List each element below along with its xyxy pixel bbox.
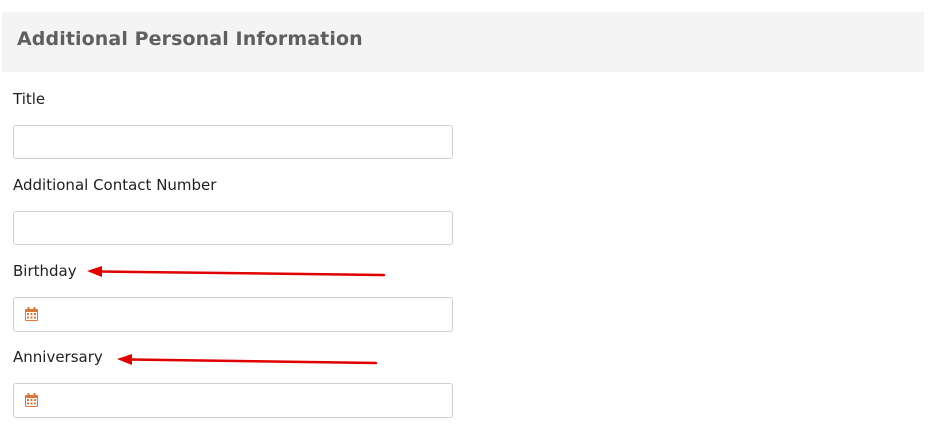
contact-number-input[interactable] [13, 211, 453, 245]
title-input[interactable] [13, 125, 453, 159]
calendar-icon[interactable] [25, 307, 38, 321]
section-title: Additional Personal Information [17, 28, 363, 50]
birthday-field[interactable] [13, 297, 453, 332]
contact-number-label: Additional Contact Number [13, 176, 217, 194]
calendar-icon[interactable] [25, 393, 38, 407]
anniversary-field[interactable] [13, 383, 453, 418]
section-header: Additional Personal Information [2, 12, 924, 72]
annotation-arrow-anniversary [117, 354, 378, 365]
anniversary-label: Anniversary [13, 348, 103, 366]
birthday-input[interactable] [46, 298, 446, 331]
title-label: Title [13, 90, 46, 108]
anniversary-input[interactable] [46, 384, 446, 417]
annotation-arrow-birthday [87, 266, 386, 277]
birthday-label: Birthday [13, 262, 77, 280]
